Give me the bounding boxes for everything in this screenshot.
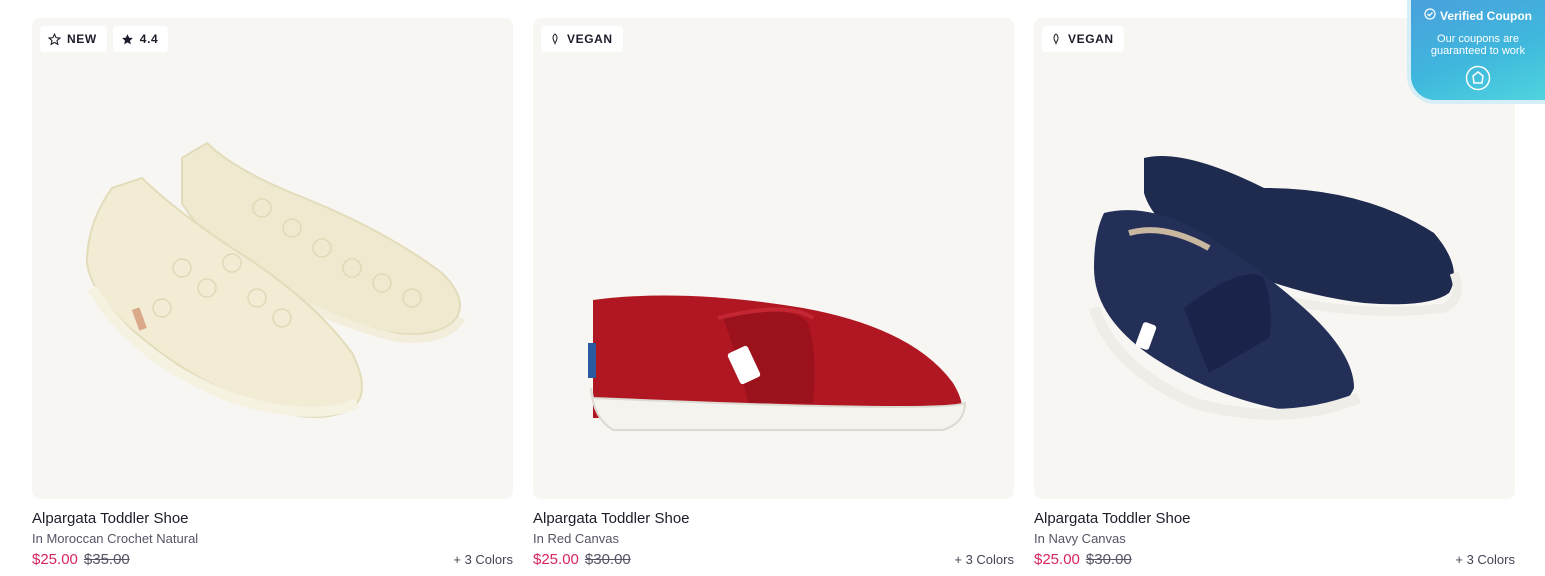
star-outline-icon [48,32,61,46]
sale-price: $25.00 [32,551,78,568]
sale-price: $25.00 [1034,551,1080,568]
product-image-area[interactable]: VEGAN [533,18,1014,499]
product-variant: In Navy Canvas [1034,531,1126,546]
more-colors-link[interactable]: + 3 Colors [453,552,513,567]
leaf-icon [1050,33,1062,45]
star-filled-icon [121,33,134,46]
check-circle-icon [1424,8,1436,23]
crochet-shoe-image [85,141,466,418]
coupon-badge-icon[interactable] [1465,65,1491,91]
original-price: $30.00 [1085,551,1132,568]
original-price: $30.00 [584,551,631,568]
new-badge: NEW [40,26,107,52]
rating-badge: 4.4 [112,26,169,52]
product-card[interactable]: VEGAN Alpargata Toddler Shoe In Red Canv… [533,18,1014,568]
red-shoe-image [588,295,967,431]
product-card[interactable]: NEW 4.4 Alpargata Toddler Shoe In Morocc… [32,18,513,568]
rating-value: 4.4 [139,32,159,46]
coupon-title: Verified Coupon [1439,8,1532,23]
original-price: $35.00 [83,551,130,568]
product-title[interactable]: Alpargata Toddler Shoe [533,509,1014,528]
more-colors-link[interactable]: + 3 Colors [1455,552,1515,567]
product-variant: In Moroccan Crochet Natural [32,531,199,546]
product-variant: In Red Canvas [533,531,619,546]
product-title[interactable]: Alpargata Toddler Shoe [1034,509,1515,528]
verified-coupon-widget[interactable]: Verified Coupon Our coupons are guarante… [1407,0,1545,104]
more-colors-link[interactable]: + 3 Colors [954,552,1014,567]
badge-label: VEGAN [1068,32,1114,46]
vegan-badge: VEGAN [1042,26,1124,52]
sale-price: $25.00 [533,551,579,568]
leaf-icon [549,33,561,45]
product-image-area[interactable]: NEW 4.4 [32,18,513,499]
badge-label: NEW [67,32,97,46]
badge-label: VEGAN [567,32,613,46]
coupon-text: Our coupons are guaranteed to work [1430,33,1526,57]
vegan-badge: VEGAN [541,26,623,52]
product-title[interactable]: Alpargata Toddler Shoe [32,509,513,528]
